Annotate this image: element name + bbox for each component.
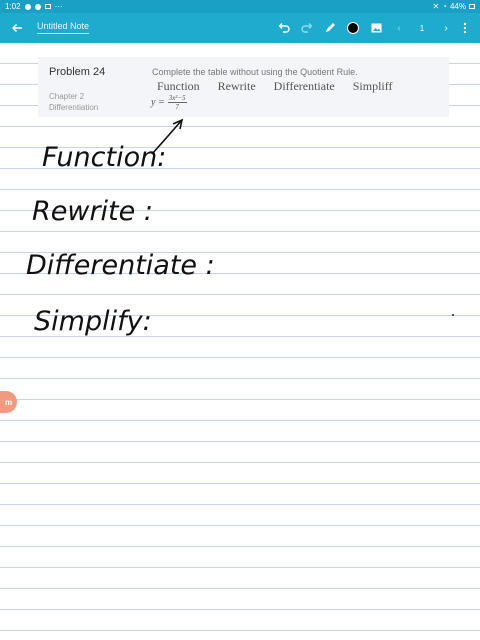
handwriting-layer: Function: Rewrite : Differentiate : Simp… xyxy=(26,118,215,337)
handwriting-rewrite: Rewrite : xyxy=(32,196,153,227)
handwriting-differentiate: Differentiate : xyxy=(26,250,215,281)
logo-text: m xyxy=(4,397,13,407)
stray-ink-dot xyxy=(452,314,454,316)
handwriting-function: Function: xyxy=(42,142,166,173)
handwriting-arrow xyxy=(151,120,182,155)
handwriting-simplify: Simplify: xyxy=(34,306,152,337)
